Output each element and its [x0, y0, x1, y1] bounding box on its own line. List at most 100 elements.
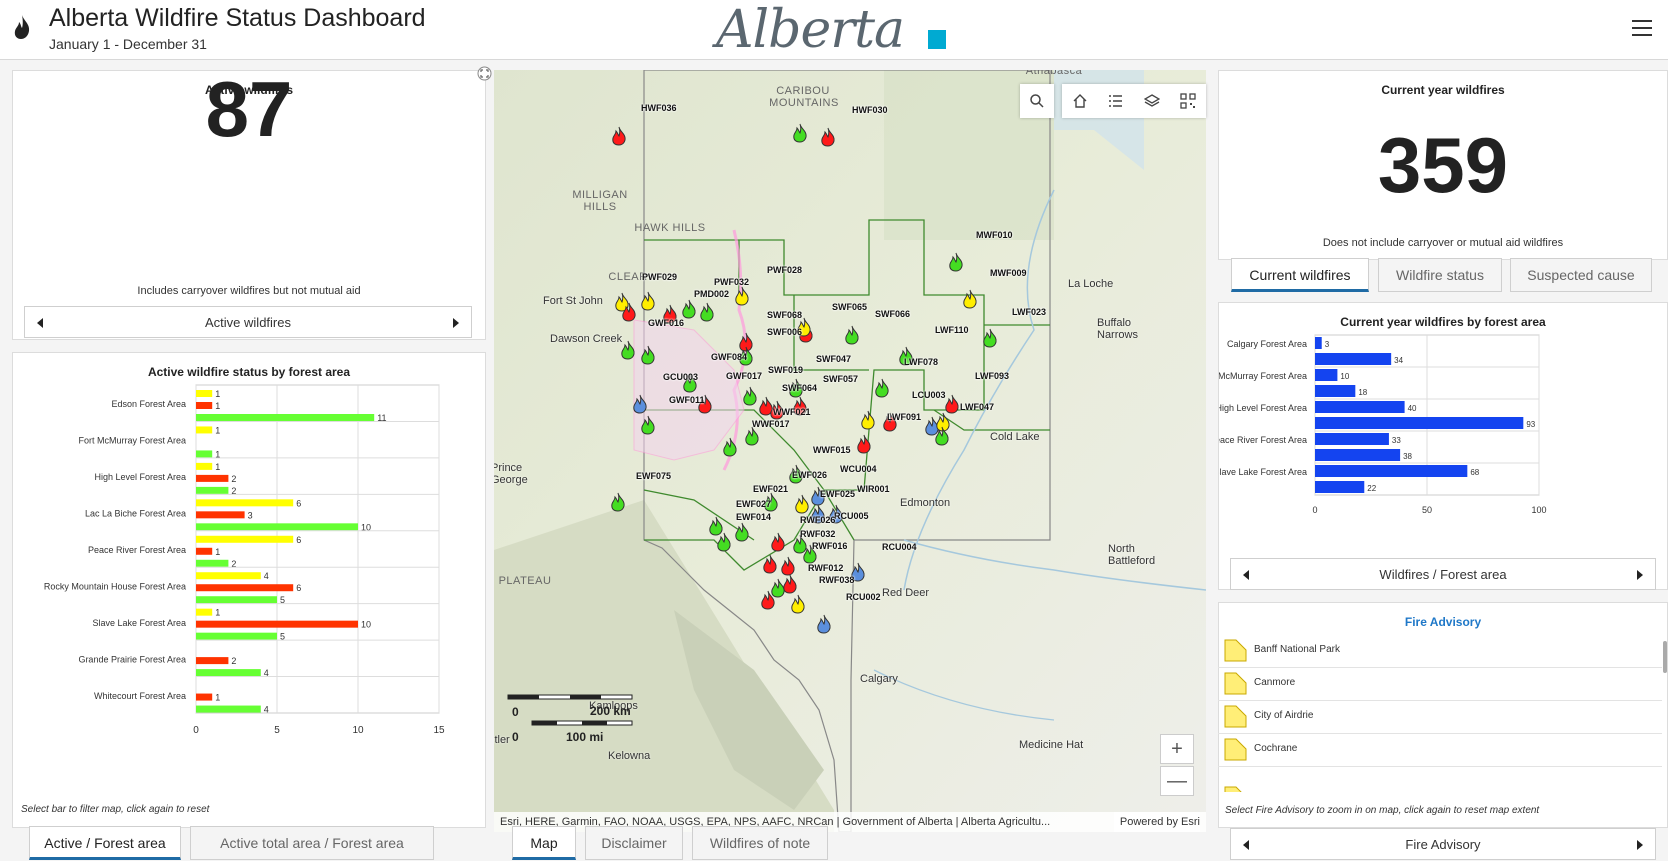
wildfire-marker-icon[interactable]: [680, 299, 698, 319]
wildfire-marker-icon[interactable]: [639, 345, 657, 365]
wildfire-marker-icon[interactable]: [620, 302, 638, 322]
status-bar[interactable]: [196, 608, 213, 616]
wildfire-marker-icon[interactable]: [961, 289, 979, 309]
wildfire-marker-icon[interactable]: [859, 410, 877, 430]
status-bar[interactable]: [196, 572, 261, 580]
status-chart[interactable]: 0 5 10 15 Edson Forest Area 1 1 1 1 Fort McMurray…: [13, 353, 487, 793]
status-bar[interactable]: [196, 414, 375, 421]
wildfire-marker-icon[interactable]: [631, 394, 649, 414]
status-bar[interactable]: [196, 523, 358, 531]
wildfire-marker-icon[interactable]: [639, 415, 657, 435]
forest-bar[interactable]: [1315, 449, 1401, 461]
wildfire-marker-icon[interactable]: [721, 437, 739, 457]
forest-bar[interactable]: [1315, 433, 1389, 445]
forest-bar[interactable]: [1315, 337, 1322, 349]
wildfire-marker-icon[interactable]: [761, 554, 779, 574]
pager-label: Fire Advisory: [1405, 837, 1481, 852]
status-bar[interactable]: [196, 511, 245, 519]
status-bar[interactable]: [196, 596, 277, 604]
next-icon[interactable]: [1637, 840, 1643, 850]
status-bar[interactable]: [196, 693, 213, 701]
status-bar[interactable]: [196, 535, 294, 543]
wildfire-marker-icon[interactable]: [759, 590, 777, 610]
status-bar[interactable]: [196, 426, 213, 434]
status-bar[interactable]: [196, 669, 261, 677]
wildfire-marker-icon[interactable]: [981, 328, 999, 348]
wildfire-marker-icon[interactable]: [619, 340, 637, 360]
wildfire-marker-icon[interactable]: [743, 426, 761, 446]
tab-suspected-cause[interactable]: Suspected cause: [1510, 258, 1652, 292]
status-bar[interactable]: [196, 705, 261, 713]
wildfire-marker-icon[interactable]: [791, 123, 809, 143]
tab-current-wildfires[interactable]: Current wildfires: [1231, 258, 1369, 292]
status-bar[interactable]: [196, 462, 213, 470]
wildfire-marker-icon[interactable]: [698, 302, 716, 322]
forest-bar[interactable]: [1315, 385, 1356, 397]
status-bar[interactable]: [196, 402, 213, 409]
status-bar[interactable]: [196, 547, 213, 555]
advisory-scrollbar[interactable]: [1663, 641, 1667, 673]
tab-active-total-area[interactable]: Active total area / Forest area: [190, 826, 434, 860]
zoom-in-button[interactable]: +: [1160, 734, 1194, 764]
fire-advisory-item[interactable]: Cochrane: [1218, 732, 1662, 767]
next-icon[interactable]: [453, 318, 459, 328]
forest-bar[interactable]: [1315, 369, 1338, 381]
fire-advisory-item[interactable]: Canmore: [1218, 666, 1662, 701]
map-view[interactable]: CARIBOU MOUNTAINS MILLIGAN HILLS HAWK HILLS P…: [494, 70, 1206, 832]
next-icon[interactable]: [1637, 570, 1643, 580]
forest-bar[interactable]: [1315, 417, 1524, 429]
status-bar[interactable]: [196, 499, 294, 507]
forest-chart[interactable]: 0 50 100 Calgary Forest Area Fort McMurray F…: [1219, 303, 1668, 553]
status-bar[interactable]: [196, 632, 277, 640]
wildfire-marker-icon[interactable]: [639, 291, 657, 311]
home-icon[interactable]: [1072, 93, 1088, 109]
wildfire-marker-icon[interactable]: [779, 556, 797, 576]
forest-bar[interactable]: [1315, 401, 1405, 413]
status-bar[interactable]: [196, 584, 294, 592]
advisory-zone-icon: [1224, 705, 1247, 728]
legend-icon[interactable]: [1108, 93, 1124, 109]
wildfire-marker-icon[interactable]: [733, 286, 751, 306]
tab-disclaimer[interactable]: Disclaimer: [585, 826, 683, 860]
wildfire-marker-icon[interactable]: [769, 532, 787, 552]
pager-label: Active wildfires: [205, 315, 291, 330]
wildfire-marker-icon[interactable]: [815, 614, 833, 634]
x-tick-label: 100: [1531, 505, 1546, 515]
wildfire-marker-icon[interactable]: [610, 126, 628, 146]
status-bar[interactable]: [196, 450, 213, 458]
fire-advisory-item[interactable]: City of Airdrie: [1218, 699, 1662, 734]
wildfire-marker-icon[interactable]: [873, 378, 891, 398]
wildfire-marker-icon[interactable]: [819, 127, 837, 147]
status-bar[interactable]: [196, 620, 358, 628]
advisory-name: Canmore: [1254, 677, 1296, 688]
tab-map[interactable]: Map: [512, 826, 576, 860]
tab-active-forest-area[interactable]: Active / Forest area: [29, 826, 181, 860]
status-bar[interactable]: [196, 390, 213, 397]
wildfire-marker-icon[interactable]: [933, 426, 951, 446]
wildfire-marker-icon[interactable]: [855, 434, 873, 454]
forest-bar[interactable]: [1315, 465, 1468, 477]
wildfire-marker-icon[interactable]: [947, 252, 965, 272]
status-bar[interactable]: [196, 486, 229, 494]
fire-id-label: HWF030: [852, 105, 888, 115]
status-bar[interactable]: [196, 657, 229, 665]
hamburger-menu-icon[interactable]: [1632, 20, 1652, 37]
wildfire-marker-icon[interactable]: [733, 522, 751, 542]
tab-wildfire-status[interactable]: Wildfire status: [1378, 258, 1502, 292]
wildfire-marker-icon[interactable]: [715, 532, 733, 552]
forest-bar[interactable]: [1315, 481, 1365, 493]
layers-icon[interactable]: [1144, 93, 1160, 109]
wildfire-marker-icon[interactable]: [789, 594, 807, 614]
search-icon[interactable]: [1020, 84, 1054, 118]
status-bar[interactable]: [196, 474, 229, 482]
qr-code-icon[interactable]: [1180, 93, 1196, 109]
tab-wildfires-of-note[interactable]: Wildfires of note: [692, 826, 828, 860]
fire-id-label: RCU004: [882, 542, 917, 552]
wildfire-marker-icon[interactable]: [843, 325, 861, 345]
forest-bar[interactable]: [1315, 353, 1392, 365]
zoom-out-button[interactable]: —: [1160, 766, 1194, 796]
expand-icon[interactable]: [477, 66, 492, 81]
wildfire-marker-icon[interactable]: [609, 492, 627, 512]
status-bar[interactable]: [196, 559, 229, 567]
fire-advisory-item[interactable]: Banff National Park: [1218, 633, 1662, 668]
